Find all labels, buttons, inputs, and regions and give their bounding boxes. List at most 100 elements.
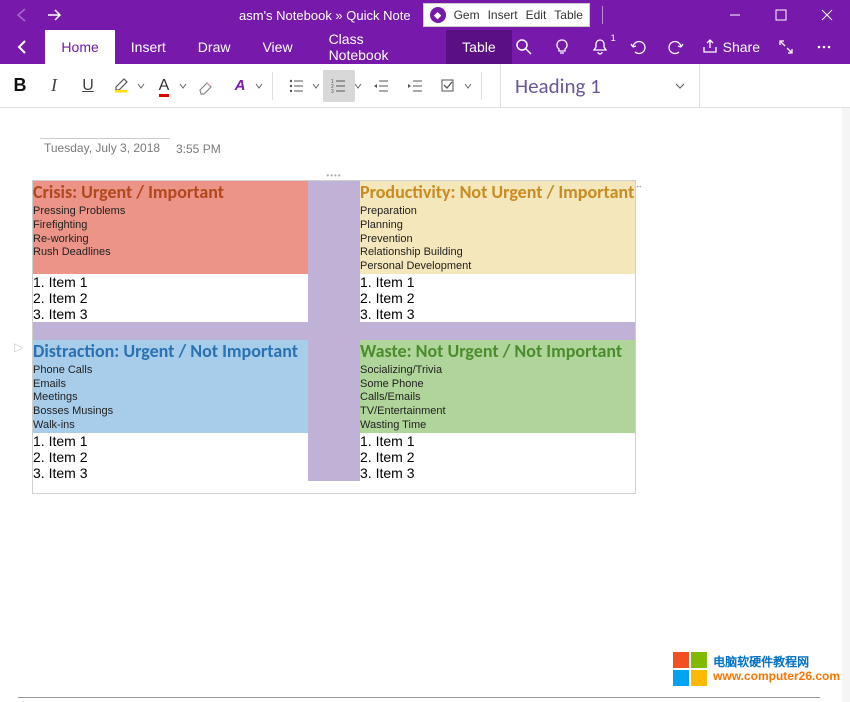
- undo-icon[interactable]: [626, 35, 650, 59]
- back-chevron-button[interactable]: [0, 30, 45, 64]
- gem-menu[interactable]: ◆ Gem Insert Edit Table: [423, 3, 590, 27]
- tab-table[interactable]: Table: [446, 30, 511, 64]
- tab-label: Class Notebook: [329, 31, 427, 63]
- date-time-area: Tuesday, July 3, 2018 3:55 PM: [40, 138, 842, 158]
- page-date[interactable]: Tuesday, July 3, 2018: [40, 138, 170, 158]
- bold-button[interactable]: B: [4, 70, 36, 102]
- forward-arrow-icon[interactable]: [42, 3, 66, 27]
- quadrant-productivity-items[interactable]: Item 1 Item 2 Item 3: [360, 274, 635, 322]
- fullscreen-icon[interactable]: [774, 35, 798, 59]
- separator: [602, 6, 603, 24]
- list-item[interactable]: Item 3: [33, 306, 308, 322]
- back-arrow-icon[interactable]: [10, 3, 34, 27]
- gem-icon: ◆: [430, 7, 446, 23]
- indent-icon: [407, 78, 423, 94]
- window-title: asm's Notebook » Quick Note: [239, 8, 419, 23]
- watermark-line2: www.computer26.com: [713, 669, 840, 683]
- resize-handle-icon[interactable]: ↔: [635, 181, 641, 189]
- minimize-button[interactable]: [712, 0, 758, 30]
- format-painter-button[interactable]: A: [224, 70, 256, 102]
- sub-line: Meetings: [33, 391, 308, 405]
- window-controls: [712, 0, 850, 30]
- highlight-button[interactable]: [106, 70, 138, 102]
- increase-indent-button[interactable]: [399, 70, 431, 102]
- format-painter-icon: A: [235, 77, 246, 94]
- list-item[interactable]: Item 2: [360, 290, 635, 306]
- quadrant-crisis-items[interactable]: Item 1 Item 2 Item 3: [33, 274, 308, 322]
- list-item[interactable]: Item 1: [360, 433, 635, 449]
- maximize-button[interactable]: [758, 0, 804, 30]
- sub-line: Walk-ins: [33, 419, 308, 433]
- quadrant-subs: Preparation Planning Prevention Relation…: [360, 205, 635, 274]
- tab-insert[interactable]: Insert: [115, 30, 182, 64]
- clear-formatting-button[interactable]: [190, 70, 222, 102]
- list-item[interactable]: Item 1: [360, 274, 635, 290]
- chevron-down-icon: [675, 81, 685, 91]
- quadrant-title: Crisis: Urgent / Important: [33, 181, 308, 203]
- quadrant-waste-header[interactable]: Waste: Not Urgent / Not Important Social…: [360, 340, 635, 433]
- style-selector[interactable]: Heading 1: [500, 64, 700, 107]
- page-canvas[interactable]: Tuesday, July 3, 2018 3:55 PM ▷ •••• ↔ C…: [0, 108, 850, 702]
- share-label: Share: [723, 39, 760, 55]
- quadrant-crisis-header[interactable]: Crisis: Urgent / Important Pressing Prob…: [33, 181, 308, 274]
- sub-line: Personal Development: [360, 260, 635, 274]
- list-item[interactable]: Item 3: [360, 306, 635, 322]
- list-item[interactable]: Item 2: [360, 449, 635, 465]
- quadrant-title: Distraction: Urgent / Not Important: [33, 340, 308, 362]
- underline-button[interactable]: U: [72, 70, 104, 102]
- quadrant-distraction-header[interactable]: Distraction: Urgent / Not Important Phon…: [33, 340, 308, 433]
- gem-menu-item[interactable]: Edit: [526, 8, 547, 22]
- grip-handle-icon[interactable]: ••••: [326, 172, 341, 180]
- gem-menu-item[interactable]: Gem: [454, 8, 480, 22]
- bullet-list-icon: [289, 78, 305, 94]
- bottom-divider: [18, 697, 820, 698]
- share-button[interactable]: Share: [702, 39, 760, 55]
- close-button[interactable]: [804, 0, 850, 30]
- note-container[interactable]: ↔ Crisis: Urgent / Important Pressing Pr…: [32, 180, 636, 494]
- italic-button[interactable]: I: [38, 70, 70, 102]
- tab-view[interactable]: View: [246, 30, 308, 64]
- title-bar: asm's Notebook » Quick Note ◆ Gem Insert…: [0, 0, 850, 30]
- divider: [272, 72, 273, 100]
- decrease-indent-button[interactable]: [365, 70, 397, 102]
- notification-bell-icon[interactable]: 1: [588, 35, 612, 59]
- sub-line: Wasting Time: [360, 419, 635, 433]
- tab-class-notebook[interactable]: Class Notebook: [309, 30, 447, 64]
- tab-home[interactable]: Home: [45, 30, 114, 64]
- quadrant-title: Productivity: Not Urgent / Important: [360, 181, 635, 203]
- tab-label: View: [262, 39, 292, 55]
- list-item[interactable]: Item 1: [33, 433, 308, 449]
- quadrant-waste-items[interactable]: Item 1 Item 2 Item 3: [360, 433, 635, 481]
- list-item[interactable]: Item 1: [33, 274, 308, 290]
- quadrant-productivity-header[interactable]: Productivity: Not Urgent / Important Pre…: [360, 181, 635, 274]
- checkbox-button[interactable]: [433, 70, 465, 102]
- sub-line: Firefighting: [33, 219, 308, 233]
- sub-line: Phone Calls: [33, 364, 308, 378]
- ribbon-tabs: Home Insert Draw View Class Notebook Tab…: [0, 30, 850, 64]
- gem-menu-item[interactable]: Insert: [488, 8, 518, 22]
- numbered-list-icon: 123: [331, 78, 347, 94]
- style-label: Heading 1: [515, 73, 601, 99]
- page-time[interactable]: 3:55 PM: [170, 140, 230, 158]
- sub-line: Re-working: [33, 233, 308, 247]
- vertical-scrollbar[interactable]: [842, 108, 850, 702]
- list-item[interactable]: Item 3: [33, 465, 308, 481]
- redo-icon[interactable]: [664, 35, 688, 59]
- sub-line: Bosses Musings: [33, 405, 308, 419]
- more-menu-icon[interactable]: [812, 35, 836, 59]
- search-icon[interactable]: [512, 35, 536, 59]
- eisenhower-matrix: Crisis: Urgent / Important Pressing Prob…: [33, 181, 635, 493]
- list-item[interactable]: Item 3: [360, 465, 635, 481]
- lightbulb-icon[interactable]: [550, 35, 574, 59]
- numbered-list-button[interactable]: 123: [323, 70, 355, 102]
- tab-draw[interactable]: Draw: [182, 30, 247, 64]
- bullet-list-button[interactable]: [281, 70, 313, 102]
- gem-menu-item[interactable]: Table: [554, 8, 583, 22]
- note-container-wrap: •••• ↔ Crisis: Urgent / Important Pressi…: [32, 172, 636, 494]
- list-item[interactable]: Item 2: [33, 449, 308, 465]
- font-color-button[interactable]: A: [148, 70, 180, 102]
- nav-buttons: [0, 3, 76, 27]
- quadrant-distraction-items[interactable]: Item 1 Item 2 Item 3: [33, 433, 308, 481]
- list-item[interactable]: Item 2: [33, 290, 308, 306]
- quadrant-subs: Socializing/Trivia Some Phone Calls/Emai…: [360, 364, 635, 433]
